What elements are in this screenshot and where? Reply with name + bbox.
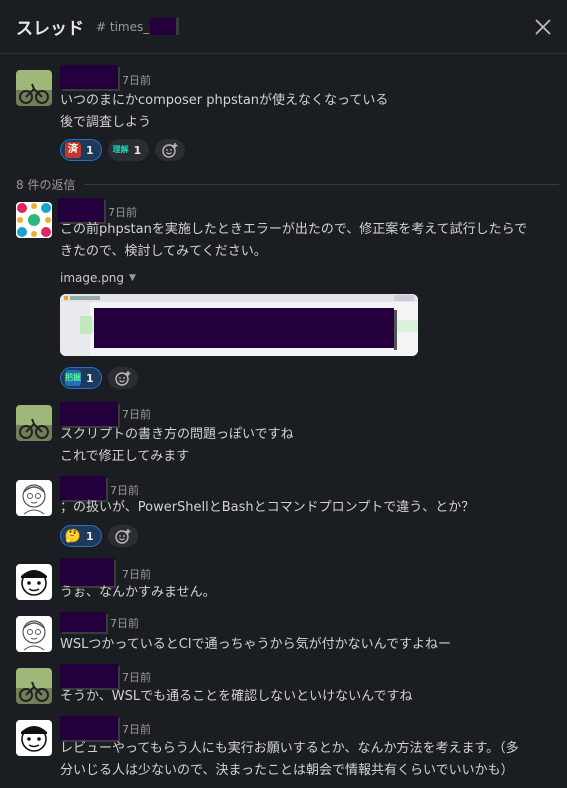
channel-name: # times_ <box>96 19 150 34</box>
message-text: この前phpstanを実施したときエラーが出たので、修正案を考えて試行したらで … <box>60 222 528 259</box>
timestamp[interactable]: 7日前 <box>110 482 139 498</box>
timestamp[interactable]: 7日前 <box>122 721 151 737</box>
divider-line <box>85 184 559 185</box>
message-text: そうか、WSLでも通ることを確認しないといけないんですね <box>60 689 413 704</box>
avatar[interactable] <box>16 616 52 652</box>
close-icon[interactable] <box>533 17 553 37</box>
message-text: スクリプトの書き方の問題っぽいですね これで修正してみます <box>60 427 294 464</box>
thread-header: スレッド # times_ <box>0 0 567 54</box>
avatar[interactable] <box>16 668 52 704</box>
avatar[interactable] <box>16 202 52 238</box>
reaction-thinking[interactable]: 🤔 1 <box>60 525 102 547</box>
understood-emoji-icon: 理解 <box>112 145 129 154</box>
redacted-user-name[interactable] <box>60 402 118 426</box>
message-text: うぉ、なんかすみません。 <box>60 585 216 600</box>
acknowledged-emoji-icon: 把握 <box>65 370 81 386</box>
timestamp[interactable]: 7日前 <box>108 204 137 220</box>
timestamp[interactable]: 7日前 <box>110 615 139 631</box>
redacted-user-name[interactable] <box>60 612 106 632</box>
add-reaction-button[interactable] <box>155 139 186 161</box>
add-reaction-button[interactable] <box>107 525 138 547</box>
redacted-user-name[interactable] <box>60 65 118 89</box>
reaction-understood[interactable]: 理解 1 <box>107 139 150 161</box>
avatar[interactable] <box>16 405 52 441</box>
avatar[interactable] <box>16 720 52 756</box>
reaction-acknowledged[interactable]: 把握 1 <box>60 367 102 389</box>
avatar[interactable] <box>16 480 52 516</box>
thread-title: スレッド <box>16 19 84 39</box>
reply-count-divider: 8 件の返信 <box>16 176 559 193</box>
file-name[interactable]: image.png ▼ <box>60 271 136 285</box>
avatar[interactable] <box>16 70 52 106</box>
avatar[interactable] <box>16 564 52 600</box>
message-text: いつのまにかcomposer phpstanが使えなくなっている 後で調査しよう <box>60 93 389 130</box>
message-text: WSLつかっているとCIで通っちゃうから気が付かないんですよねー <box>60 637 451 652</box>
reaction-bar: 🤔 1 <box>60 525 138 547</box>
message-text: レビューやってもらう人にも実行お願いするとか、なんか方法を考えます。（多 分いじ… <box>60 741 519 778</box>
reaction-bar: 把握 1 <box>60 367 138 389</box>
timestamp[interactable]: 7日前 <box>122 566 151 582</box>
reaction-bar: 済 1 理解 1 <box>60 139 186 161</box>
redacted-user-name[interactable] <box>60 664 118 688</box>
timestamp[interactable]: 7日前 <box>122 669 151 685</box>
add-reaction-button[interactable] <box>107 367 138 389</box>
chevron-down-icon[interactable]: ▼ <box>129 273 136 283</box>
thinking-face-icon: 🤔 <box>64 528 82 544</box>
timestamp[interactable]: 7日前 <box>122 72 151 88</box>
timestamp[interactable]: 7日前 <box>122 406 151 422</box>
redacted-user-name[interactable] <box>60 716 118 740</box>
done-emoji-icon: 済 <box>65 142 81 158</box>
redacted-channel-suffix <box>150 18 180 35</box>
channel-link[interactable]: # times_ <box>96 18 180 35</box>
image-attachment[interactable] <box>60 294 418 356</box>
reaction-done[interactable]: 済 1 <box>60 139 102 161</box>
message-text: ；の扱いが、PowerShellとBashとコマンドプロンプトで違う、とか？ <box>60 500 475 515</box>
